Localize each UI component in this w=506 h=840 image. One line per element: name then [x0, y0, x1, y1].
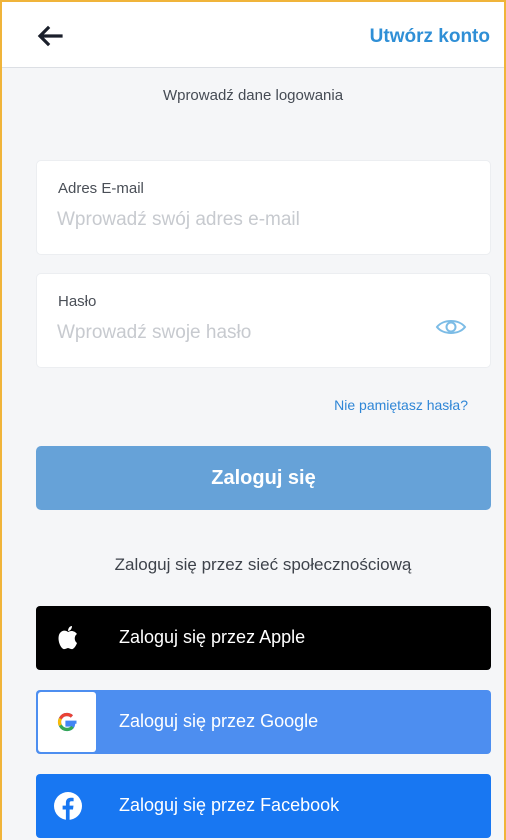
facebook-login-label: Zaloguj się przez Facebook — [119, 795, 340, 815]
facebook-login-button[interactable]: Zaloguj się przez Facebook — [36, 774, 491, 838]
email-field-label: Adres E-mail — [58, 180, 144, 197]
eye-icon — [435, 320, 467, 334]
forgot-password-link[interactable]: Nie pamiętasz hasła? — [334, 397, 468, 413]
email-field[interactable]: Adres E-mail — [36, 160, 491, 255]
password-field-label: Hasło — [58, 293, 97, 310]
create-account-link[interactable]: Utwórz konto — [370, 26, 490, 48]
show-password-button[interactable] — [434, 314, 468, 340]
facebook-icon — [50, 788, 86, 824]
page-subtitle: Wprowadź dane logowania — [162, 87, 344, 104]
top-bar: Utwórz konto — [2, 2, 504, 68]
apple-login-button[interactable]: Zaloguj się przez Apple — [36, 606, 491, 670]
google-login-label: Zaloguj się przez Google — [119, 711, 319, 731]
email-input[interactable] — [57, 205, 437, 235]
password-input[interactable] — [57, 318, 437, 348]
google-icon — [38, 692, 96, 752]
google-login-button[interactable]: Zaloguj się przez Google — [36, 690, 491, 754]
password-field[interactable]: Hasło — [36, 273, 491, 368]
apple-login-label: Zaloguj się przez Apple — [119, 627, 306, 647]
login-button[interactable]: Zaloguj się — [36, 446, 491, 510]
social-login-title: Zaloguj się przez sieć społecznościową — [114, 555, 412, 574]
arrow-left-icon — [37, 25, 63, 47]
apple-icon — [50, 620, 86, 656]
login-screen: Utwórz konto Wprowadź dane logowania Adr… — [0, 0, 506, 840]
back-button[interactable] — [30, 16, 70, 56]
